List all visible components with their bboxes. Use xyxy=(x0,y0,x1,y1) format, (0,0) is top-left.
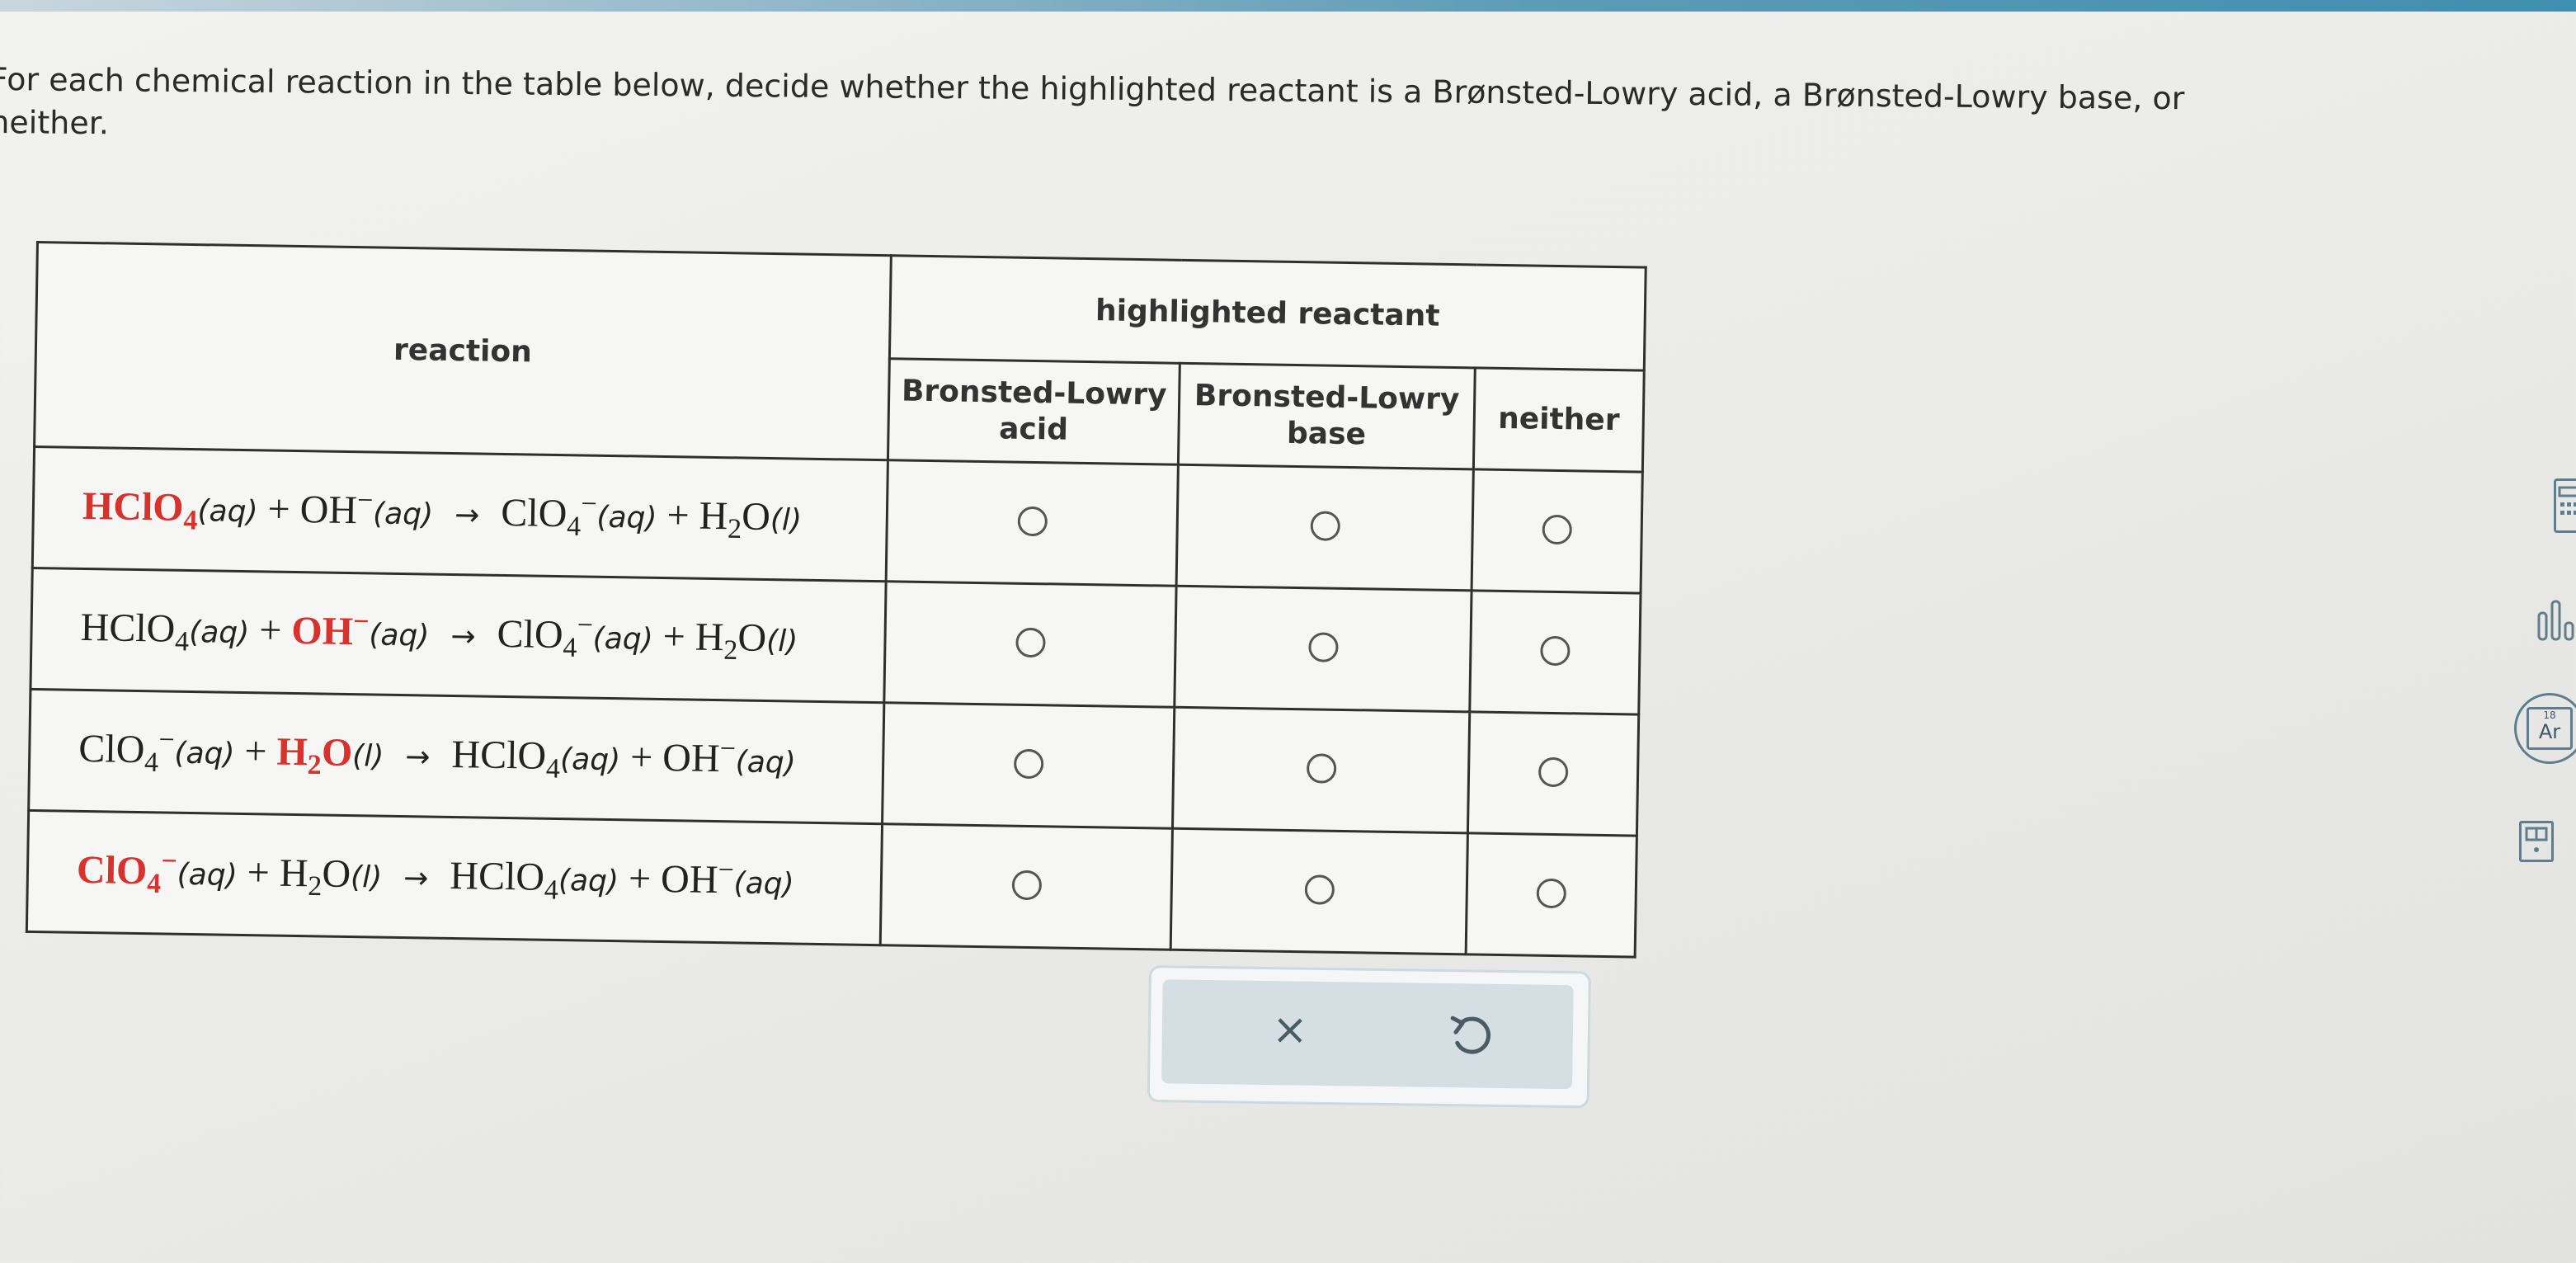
calculator-glyph xyxy=(2558,486,2576,515)
option-cell-neither xyxy=(1466,832,1637,958)
radio-neither-row-2[interactable] xyxy=(1540,635,1571,666)
option-cell-base xyxy=(1170,828,1468,954)
reaction-table-container: reaction highlighted reactant Bronsted-L… xyxy=(25,241,1647,959)
reaction-table: reaction highlighted reactant Bronsted-L… xyxy=(25,241,1647,959)
option-cell-neither xyxy=(1469,590,1641,715)
bar-chart-glyph xyxy=(2537,600,2574,641)
highlighted-reactant: OH− xyxy=(290,606,370,654)
radio-base-row-1[interactable] xyxy=(1309,510,1340,541)
header-bronsted-acid: Bronsted-Lowry acid xyxy=(888,358,1180,465)
reaction-arrow: → xyxy=(404,740,431,775)
reference-book-glyph xyxy=(2525,827,2548,852)
reaction-equation-2: HClO4(aq) + OH−(aq) → ClO4−(aq) + H2O(l) xyxy=(30,568,887,703)
answer-action-bar: × xyxy=(1147,965,1591,1109)
undo-button[interactable] xyxy=(1442,1006,1500,1065)
calculator-icon[interactable] xyxy=(2554,478,2576,533)
header-neither: neither xyxy=(1473,367,1645,473)
question-prompt: For each chemical reaction in the table … xyxy=(0,58,2448,165)
reaction-equation-3: ClO4−(aq) + H2O(l) → HClO4(aq) + OH−(aq) xyxy=(28,689,884,824)
option-cell-acid xyxy=(882,702,1175,829)
option-cell-base xyxy=(1174,586,1472,712)
radio-neither-row-4[interactable] xyxy=(1536,878,1567,908)
highlighted-reactant: H2O xyxy=(276,729,353,781)
radio-acid-row-4[interactable] xyxy=(1011,869,1042,900)
periodic-element-number: 18 xyxy=(2543,709,2556,721)
reaction-arrow: → xyxy=(450,620,476,654)
option-cell-neither xyxy=(1472,469,1643,594)
radio-base-row-3[interactable] xyxy=(1306,752,1336,784)
highlighted-reactant: ClO4− xyxy=(76,846,178,900)
reaction-arrow: → xyxy=(454,498,480,533)
periodic-element-tile: 18 Ar xyxy=(2527,707,2573,750)
periodic-table-icon[interactable]: 18 Ar xyxy=(2514,693,2576,764)
option-cell-acid xyxy=(880,823,1173,950)
reaction-equation-4: ClO4−(aq) + H2O(l) → HClO4(aq) + OH−(aq) xyxy=(26,810,883,945)
option-cell-neither xyxy=(1467,711,1639,837)
bar-chart-icon[interactable] xyxy=(2536,598,2576,643)
radio-neither-row-3[interactable] xyxy=(1538,756,1569,787)
radio-acid-row-1[interactable] xyxy=(1017,506,1048,536)
undo-icon xyxy=(1450,1016,1491,1054)
radio-base-row-4[interactable] xyxy=(1304,874,1335,905)
radio-acid-row-3[interactable] xyxy=(1013,748,1043,779)
action-bar-inner: × xyxy=(1161,979,1574,1090)
header-reaction: reaction xyxy=(34,242,892,460)
top-accent-bar xyxy=(0,0,2576,12)
radio-acid-row-2[interactable] xyxy=(1015,627,1046,657)
radio-neither-row-1[interactable] xyxy=(1542,514,1573,544)
option-cell-base xyxy=(1172,707,1470,833)
header-highlighted-reactant: highlighted reactant xyxy=(889,255,1646,371)
option-cell-base xyxy=(1176,464,1474,591)
reaction-row-4: ClO4−(aq) + H2O(l) → HClO4(aq) + OH−(aq) xyxy=(26,810,1637,958)
header-bronsted-base: Bronsted-Lowry base xyxy=(1178,363,1476,469)
reaction-equation-1: HClO4(aq) + OH−(aq) → ClO4−(aq) + H2O(l) xyxy=(32,446,888,582)
reaction-arrow: → xyxy=(403,861,429,896)
highlighted-reactant: HClO4 xyxy=(82,484,198,536)
periodic-element-symbol: Ar xyxy=(2538,720,2561,743)
option-cell-acid xyxy=(883,581,1177,708)
option-cell-acid xyxy=(886,459,1179,587)
clear-button[interactable]: × xyxy=(1260,1001,1319,1059)
reference-book-icon[interactable] xyxy=(2519,821,2554,862)
radio-base-row-2[interactable] xyxy=(1307,631,1339,662)
